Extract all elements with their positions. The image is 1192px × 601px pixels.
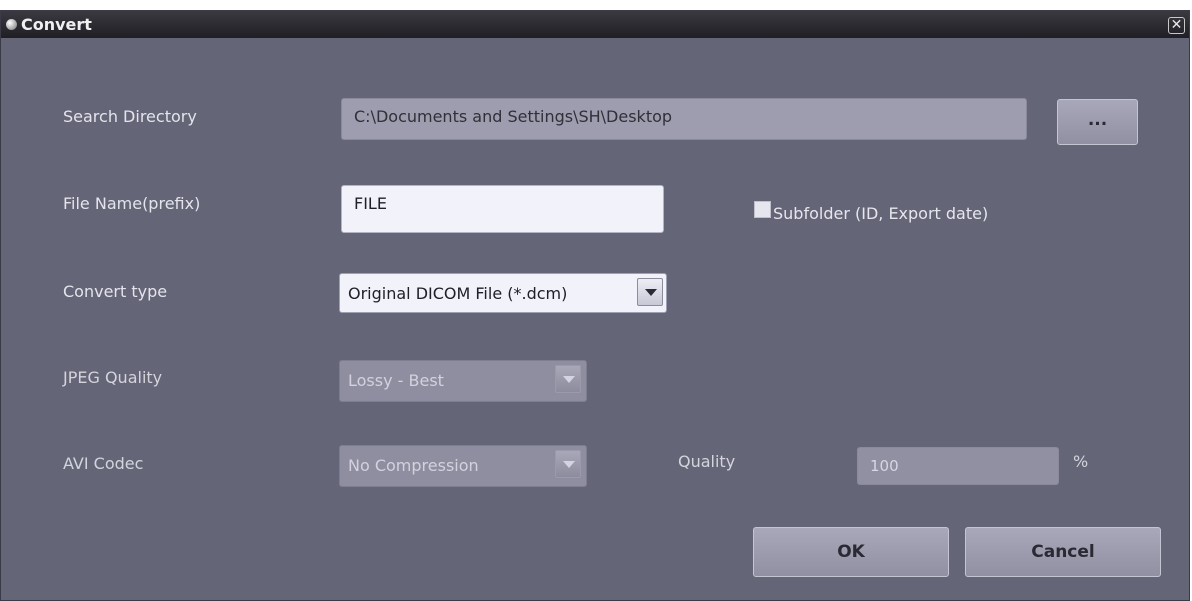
ok-button[interactable]: OK bbox=[753, 527, 949, 577]
title-bar[interactable]: Convert ✕ bbox=[1, 11, 1189, 38]
chevron-down-icon bbox=[555, 365, 581, 393]
convert-dialog: Convert ✕ Search Directory C:\Documents … bbox=[0, 10, 1190, 601]
file-name-label: File Name(prefix) bbox=[63, 194, 201, 213]
search-directory-label: Search Directory bbox=[63, 107, 197, 126]
convert-type-label: Convert type bbox=[63, 282, 168, 301]
convert-type-select[interactable]: Original DICOM File (*.dcm) bbox=[339, 273, 667, 313]
avi-codec-label: AVI Codec bbox=[63, 454, 144, 473]
chevron-down-icon bbox=[555, 450, 581, 478]
close-icon[interactable]: ✕ bbox=[1168, 17, 1185, 34]
quality-input: 100 bbox=[857, 447, 1059, 485]
subfolder-checkbox[interactable] bbox=[754, 201, 771, 218]
quality-value: 100 bbox=[870, 457, 899, 475]
file-name-input[interactable]: FILE bbox=[341, 185, 664, 233]
avi-codec-value: No Compression bbox=[348, 456, 479, 475]
quality-label: Quality bbox=[678, 452, 736, 471]
search-directory-value: C:\Documents and Settings\SH\Desktop bbox=[354, 107, 673, 126]
cancel-button[interactable]: Cancel bbox=[965, 527, 1161, 577]
file-name-value: FILE bbox=[354, 194, 387, 213]
subfolder-label: Subfolder (ID, Export date) bbox=[773, 204, 989, 223]
quality-unit: % bbox=[1073, 452, 1089, 471]
jpeg-quality-select: Lossy - Best bbox=[339, 360, 587, 402]
search-directory-field: C:\Documents and Settings\SH\Desktop bbox=[341, 98, 1027, 140]
browse-button[interactable]: ... bbox=[1057, 99, 1138, 145]
window-dot-icon bbox=[6, 19, 17, 30]
convert-type-value: Original DICOM File (*.dcm) bbox=[348, 284, 568, 303]
chevron-down-icon[interactable] bbox=[637, 278, 663, 306]
jpeg-quality-label: JPEG Quality bbox=[63, 368, 163, 387]
jpeg-quality-value: Lossy - Best bbox=[348, 371, 444, 390]
avi-codec-select: No Compression bbox=[339, 445, 587, 487]
window-title: Convert bbox=[21, 15, 92, 34]
